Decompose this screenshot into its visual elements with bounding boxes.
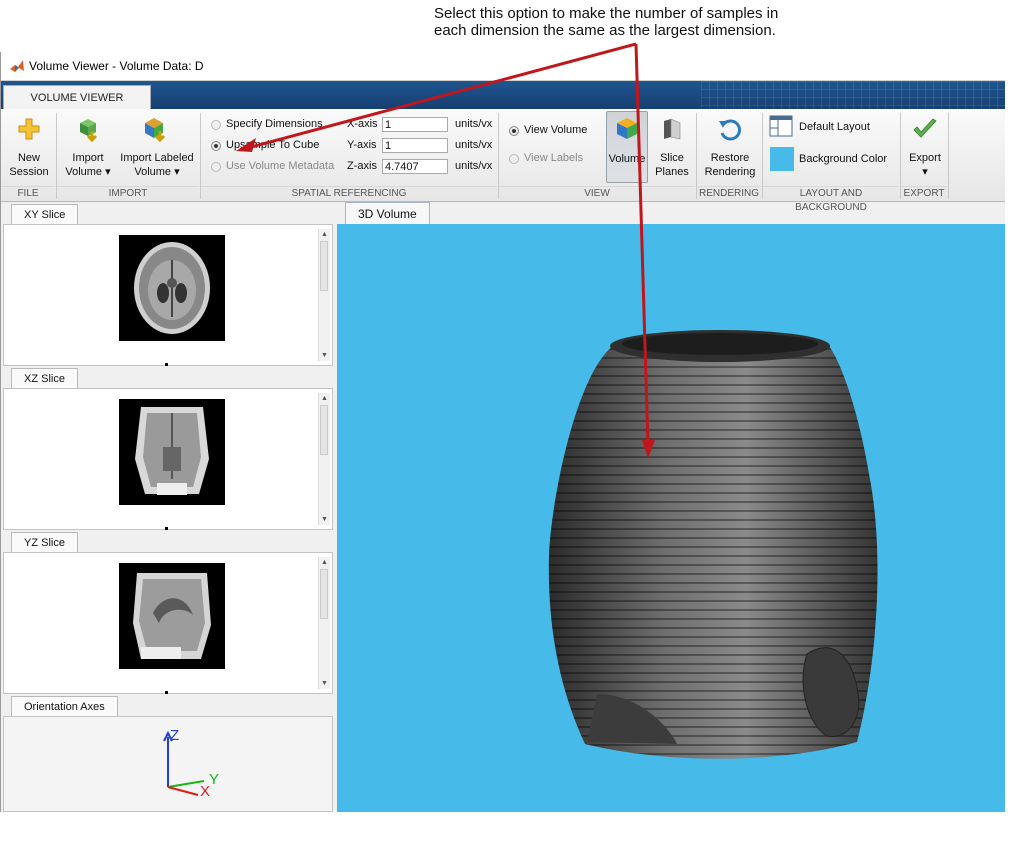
annotation-arrows — [236, 42, 655, 458]
